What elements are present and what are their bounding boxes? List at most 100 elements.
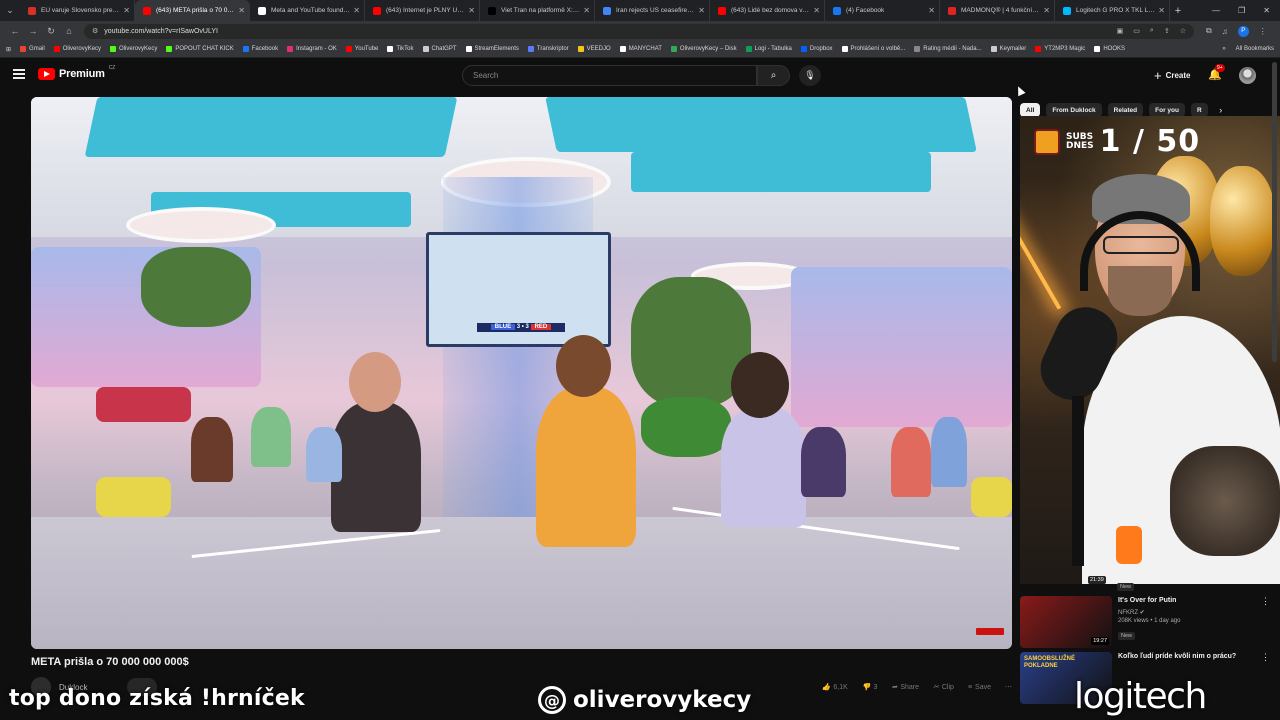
reload-icon[interactable]: ↻ <box>42 26 60 37</box>
bookmark-item[interactable]: Facebook <box>242 46 278 52</box>
video-thumbnail[interactable]: 19:27 <box>1020 596 1112 648</box>
notifications-bell-icon[interactable]: 🔔 9+ <box>1208 64 1225 81</box>
tab-close-icon[interactable]: ✕ <box>468 6 475 15</box>
tab-close-icon[interactable]: ✕ <box>123 6 130 15</box>
browser-tab[interactable]: (4) Facebook ✕ <box>825 0 940 21</box>
search-input[interactable]: Search <box>462 65 757 86</box>
bookmark-star-icon[interactable]: ☆ <box>1180 27 1186 35</box>
logo-text: Premium <box>59 68 105 80</box>
bookmark-item[interactable]: Rating médií - Nada... <box>914 46 982 52</box>
subs-label-2: DNES <box>1066 140 1094 151</box>
filter-chip[interactable]: From Duklock <box>1046 103 1102 117</box>
save-button[interactable]: ≡ Save <box>968 684 991 691</box>
bookmark-item[interactable]: OliverovyKecy <box>53 46 101 52</box>
recommendation-title[interactable]: It's Over for Putin <box>1118 596 1270 605</box>
guide-menu-icon[interactable] <box>13 69 25 79</box>
account-avatar[interactable] <box>1239 67 1256 84</box>
browser-tab[interactable]: EU varuje Slovensko pred ne: ✕ <box>20 0 135 21</box>
filter-chip[interactable]: R <box>1190 103 1208 117</box>
filter-chip[interactable]: All <box>1020 103 1041 117</box>
bookmark-favicon <box>841 46 848 52</box>
bookmark-favicon <box>577 46 584 52</box>
maximize-icon[interactable]: ❐ <box>1238 6 1245 15</box>
bookmark-item[interactable]: POPOUT CHAT KICK <box>166 46 234 52</box>
bookmark-item[interactable]: OliverovyKecy – Disk <box>670 46 737 52</box>
tab-close-icon[interactable]: ✕ <box>813 6 820 15</box>
filter-chip[interactable]: For you <box>1149 103 1185 117</box>
bookmark-item[interactable]: HOOKS <box>1094 46 1125 52</box>
bookmark-item[interactable]: Keymailer <box>990 46 1026 52</box>
extensions-icon[interactable]: ⧉ <box>1206 26 1212 36</box>
bookmark-item[interactable]: MANYCHAT <box>619 46 662 52</box>
create-button[interactable]: + Create <box>1148 67 1197 84</box>
voice-search-button[interactable]: 🎙 <box>799 65 821 86</box>
dislike-button[interactable]: 👎 3 <box>862 683 878 692</box>
clip-button[interactable]: ✂ Clip <box>933 683 954 692</box>
search-button[interactable]: ⌕ <box>757 65 790 86</box>
thumb-up-icon: 👍 <box>821 684 831 691</box>
all-bookmarks-link[interactable]: All Bookmarks <box>1236 46 1274 52</box>
recommendation-item[interactable]: 19:27 It's Over for Putin NFKRZ ✔ 208K view… <box>1020 596 1270 648</box>
tab-close-icon[interactable]: ✕ <box>238 6 245 15</box>
apps-icon[interactable]: ⊞ <box>6 46 11 53</box>
bookmark-label: Rating médií - Nada... <box>923 46 982 52</box>
tab-close-icon[interactable]: ✕ <box>1043 6 1050 15</box>
more-options-icon[interactable]: ⋮ <box>1261 652 1270 663</box>
more-actions-icon[interactable]: ⋯ <box>1005 683 1012 691</box>
page-scrollbar[interactable] <box>1272 62 1277 362</box>
bookmark-item[interactable]: StreamElements <box>465 46 519 52</box>
bookmark-item[interactable]: VEEDJO <box>577 46 611 52</box>
bookmark-favicon <box>1035 46 1042 52</box>
bookmark-item[interactable]: YouTube <box>345 46 378 52</box>
tab-close-icon[interactable]: ✕ <box>698 6 705 15</box>
forward-icon[interactable]: → <box>24 26 42 36</box>
bookmark-item[interactable]: Instagram - OK <box>287 46 337 52</box>
recommendation-channel[interactable]: NFKRZ ✔ <box>1118 609 1270 616</box>
translate-icon[interactable]: ▣ <box>1117 27 1124 35</box>
browser-tab[interactable]: (643) Internet je PLNÝ ÚCHYL✕ <box>365 0 480 21</box>
browser-tab[interactable]: MADMONQ® | 4 funkční doplň✕ <box>940 0 1055 21</box>
profile-avatar[interactable]: P <box>1237 25 1249 37</box>
bookmark-item[interactable]: ChatGPT <box>422 46 457 52</box>
bookmark-item[interactable]: Dropbox <box>800 46 833 52</box>
filter-chip[interactable]: Related <box>1107 103 1144 117</box>
home-icon[interactable]: ⌂ <box>60 26 78 36</box>
browser-tab[interactable]: Meta and YouTube found liab ✕ <box>250 0 365 21</box>
tab-close-icon[interactable]: ✕ <box>928 6 935 15</box>
site-info-icon[interactable]: ⚙ <box>92 27 98 35</box>
browser-tab[interactable]: Logitech G PRO X TKL LIGHTS✕ <box>1055 0 1170 21</box>
tab-close-icon[interactable]: ✕ <box>1158 6 1165 15</box>
like-button[interactable]: 👍 6,1K <box>821 683 848 692</box>
browser-tab[interactable]: (643) META prišla o 70 000 0 ✕ <box>135 0 250 21</box>
bookmark-item[interactable]: OliverovyKecy <box>110 46 157 52</box>
tab-search-icon[interactable]: ⌄ <box>0 0 20 21</box>
bookmark-item[interactable]: Transkriptor <box>527 46 569 52</box>
bookmark-item[interactable]: YT2MP3 Magic <box>1035 46 1085 52</box>
youtube-logo[interactable]: Premium CZ <box>38 65 115 80</box>
video-player[interactable]: BLUE 3 • 3 RED <box>31 97 1012 649</box>
zoom-icon[interactable]: ⌕ <box>1150 27 1154 35</box>
tab-close-icon[interactable]: ✕ <box>583 6 590 15</box>
chrome-menu-icon[interactable]: ⋮ <box>1259 27 1267 36</box>
more-options-icon[interactable]: ⋮ <box>1261 596 1270 607</box>
bookmark-item[interactable]: Gmail <box>20 46 45 52</box>
media-controls-icon[interactable]: ♫ <box>1222 27 1228 36</box>
minimize-icon[interactable]: — <box>1212 6 1220 15</box>
tab-close-icon[interactable]: ✕ <box>353 6 360 15</box>
close-window-icon[interactable]: ✕ <box>1263 6 1270 15</box>
new-tab-button[interactable]: + <box>1170 5 1186 17</box>
recommendation-title[interactable]: Koľko ľudí príde kvôli nim o prácu? <box>1118 652 1270 661</box>
bookmark-item[interactable]: TikTok <box>387 46 414 52</box>
browser-tab[interactable]: Iran rejects US ceasefire plan ✕ <box>595 0 710 21</box>
install-icon[interactable]: ▭ <box>1133 27 1140 35</box>
more-bookmarks-icon[interactable]: » <box>1222 46 1225 52</box>
chevron-right-icon[interactable]: › <box>1214 105 1228 115</box>
share-icon[interactable]: ⇪ <box>1164 27 1170 35</box>
back-icon[interactable]: ← <box>6 26 24 36</box>
bookmark-item[interactable]: Prohlášení o volbě... <box>841 46 905 52</box>
browser-tab[interactable]: Viet Tran na platformě X: „S ✕ <box>480 0 595 21</box>
url-field[interactable]: ⚙ youtube.com/watch?v=rISawOvULYI ▣ ▭ ⌕ … <box>84 23 1194 39</box>
share-button[interactable]: ➦ Share <box>891 683 919 692</box>
bookmark-item[interactable]: Logi - Tabulka <box>745 46 792 52</box>
browser-tab[interactable]: (643) Lidé bez domova v rám ✕ <box>710 0 825 21</box>
